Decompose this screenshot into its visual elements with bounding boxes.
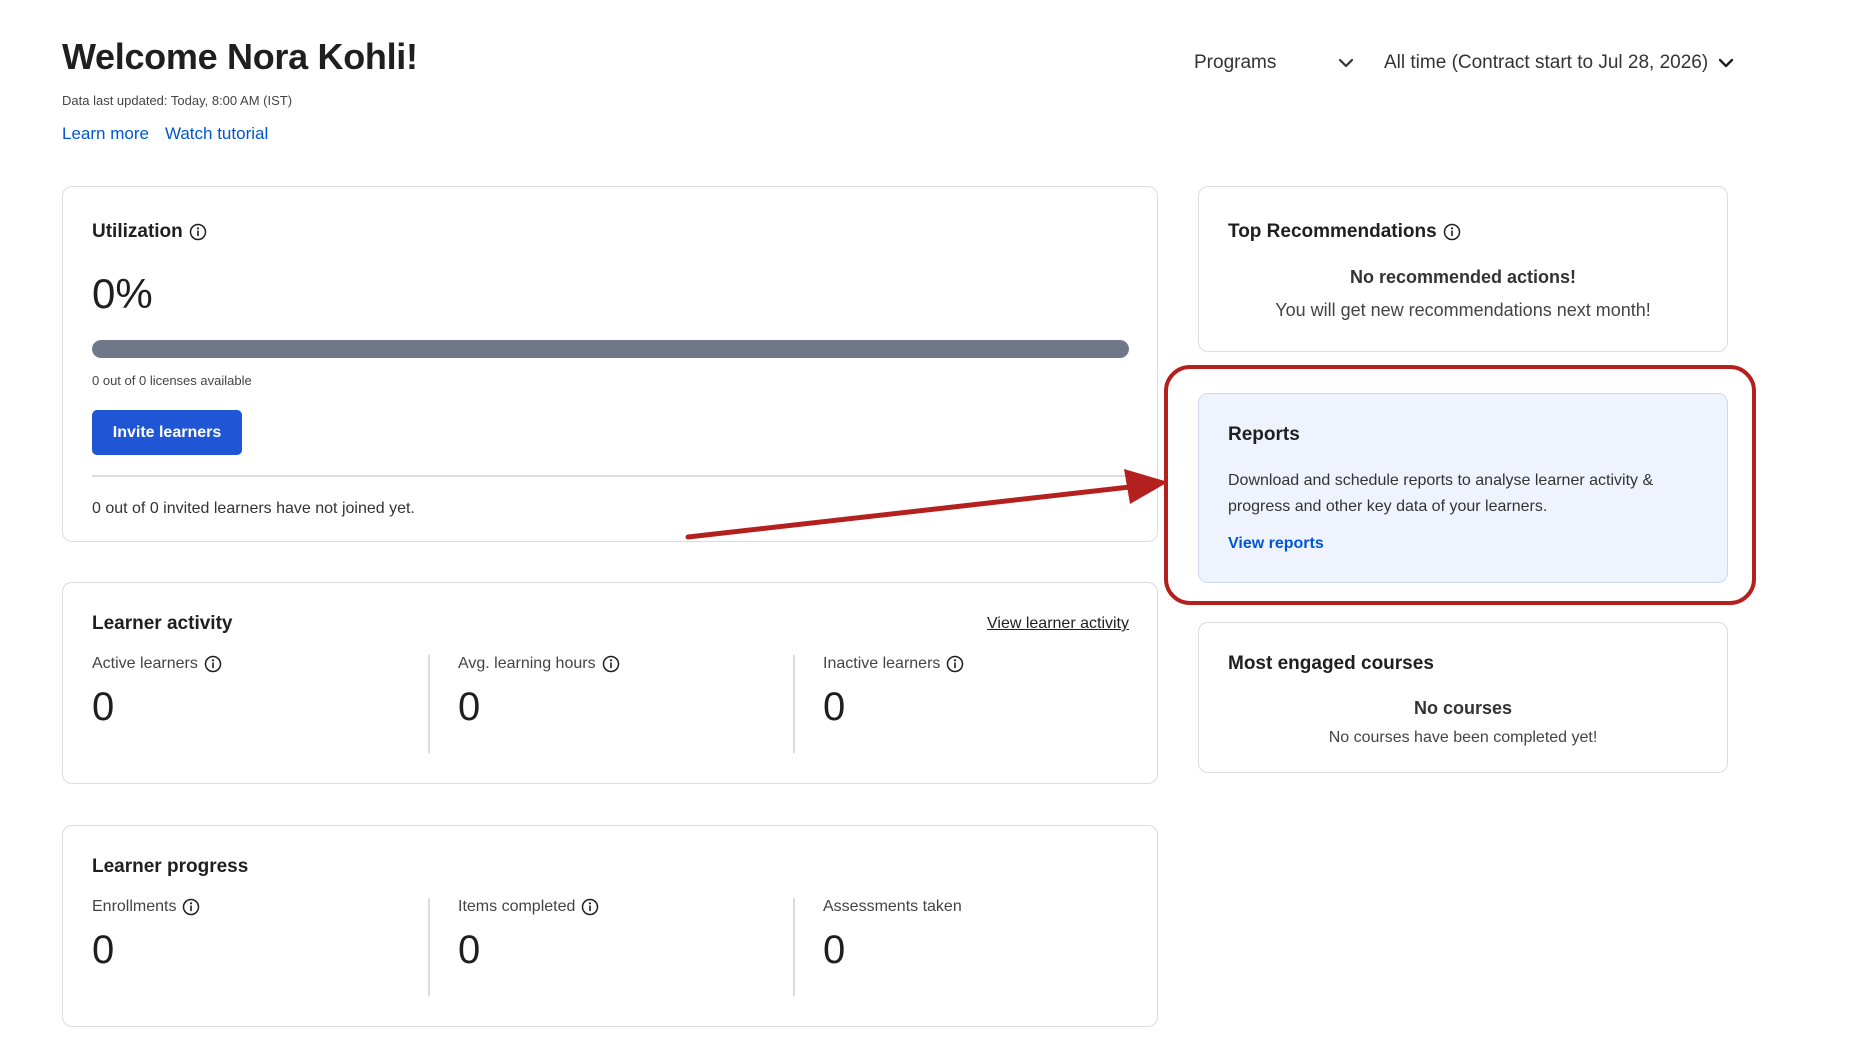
- learner-activity-title: Learner activity: [92, 613, 233, 634]
- items-completed-metric: Items completed 0: [458, 898, 798, 998]
- invited-learners-note: 0 out of 0 invited learners have not joi…: [92, 500, 415, 517]
- programs-dropdown-label: Programs: [1194, 52, 1277, 73]
- metric-label: Assessments taken: [823, 898, 1163, 916]
- learn-more-link[interactable]: Learn more: [62, 124, 149, 144]
- metric-value: 0: [823, 928, 846, 972]
- metric-label: Items completed: [458, 898, 798, 916]
- avg-learning-hours-metric: Avg. learning hours 0: [458, 655, 798, 755]
- metric-label-text: Inactive learners: [823, 655, 941, 672]
- inactive-learners-metric: Inactive learners 0: [823, 655, 1163, 755]
- learner-activity-card: Learner activity View learner activity A…: [62, 582, 1158, 784]
- courses-empty-subtext: No courses have been completed yet!: [1328, 729, 1598, 746]
- info-icon[interactable]: [182, 898, 200, 916]
- courses-title: Most engaged courses: [1228, 653, 1434, 674]
- divider: [428, 898, 430, 996]
- most-engaged-courses-card: Most engaged courses No courses No cours…: [1198, 622, 1728, 773]
- invite-learners-button[interactable]: Invite learners: [92, 410, 242, 455]
- utilization-percent: 0%: [92, 270, 153, 317]
- metric-label: Enrollments: [92, 898, 432, 916]
- licenses-available-text: 0 out of 0 licenses available: [92, 373, 252, 388]
- reports-description: Download and schedule reports to analyse…: [1228, 472, 1654, 515]
- assessments-taken-metric: Assessments taken 0: [823, 898, 1163, 998]
- metric-label-text: Avg. learning hours: [458, 655, 596, 672]
- utilization-progress-bar: [92, 340, 1129, 358]
- learner-progress-card: Learner progress Enrollments 0 Items com…: [62, 825, 1158, 1027]
- time-range-dropdown-label: All time (Contract start to Jul 28, 2026…: [1384, 52, 1709, 73]
- dashboard-page: Welcome Nora Kohli! Data last updated: T…: [0, 0, 1860, 1046]
- metric-value: 0: [458, 928, 481, 972]
- metric-label: Active learners: [92, 655, 432, 673]
- view-learner-activity-link[interactable]: View learner activity: [987, 615, 1129, 633]
- utilization-card: Utilization 0% 0 out of 0 licenses avail…: [62, 186, 1158, 542]
- learner-progress-title: Learner progress: [92, 856, 249, 877]
- header-links: Learn more Watch tutorial: [62, 124, 268, 144]
- chevron-down-icon: [1718, 58, 1734, 68]
- recommendations-empty-subtext: You will get new recommendations next mo…: [1275, 300, 1651, 320]
- programs-dropdown[interactable]: Programs: [1194, 52, 1354, 74]
- chevron-down-icon: [1338, 58, 1354, 68]
- utilization-title-text: Utilization: [92, 221, 183, 242]
- divider: [428, 655, 430, 753]
- info-icon[interactable]: [581, 898, 599, 916]
- recommendations-empty-heading: No recommended actions!: [1349, 267, 1577, 287]
- metric-label-text: Items completed: [458, 898, 576, 915]
- info-icon[interactable]: [946, 655, 964, 673]
- recommendations-title-text: Top Recommendations: [1228, 221, 1437, 242]
- data-updated-text: Data last updated: Today, 8:00 AM (IST): [62, 93, 293, 108]
- metric-label: Inactive learners: [823, 655, 1163, 673]
- metric-label: Avg. learning hours: [458, 655, 798, 673]
- info-icon[interactable]: [1443, 223, 1461, 241]
- divider: [793, 898, 795, 996]
- metric-label-text: Enrollments: [92, 898, 177, 915]
- utilization-title: Utilization: [92, 221, 207, 243]
- info-icon[interactable]: [602, 655, 620, 673]
- enrollments-metric: Enrollments 0: [92, 898, 432, 998]
- divider: [793, 655, 795, 753]
- metric-value: 0: [823, 685, 846, 729]
- metric-value: 0: [92, 928, 115, 972]
- info-icon[interactable]: [204, 655, 222, 673]
- watch-tutorial-link[interactable]: Watch tutorial: [165, 124, 268, 144]
- divider: [92, 475, 1129, 477]
- info-icon[interactable]: [189, 223, 207, 241]
- recommendations-title: Top Recommendations: [1228, 221, 1461, 243]
- view-reports-link[interactable]: View reports: [1228, 535, 1324, 553]
- reports-card: Reports Download and schedule reports to…: [1198, 393, 1728, 583]
- metric-label-text: Active learners: [92, 655, 198, 672]
- page-title: Welcome Nora Kohli!: [62, 36, 418, 77]
- metric-value: 0: [458, 685, 481, 729]
- time-range-dropdown[interactable]: All time (Contract start to Jul 28, 2026…: [1384, 52, 1734, 74]
- utilization-progress-track: [92, 340, 1129, 358]
- metric-label-text: Assessments taken: [823, 898, 962, 915]
- active-learners-metric: Active learners 0: [92, 655, 432, 755]
- courses-empty-heading: No courses: [1413, 698, 1513, 718]
- top-recommendations-card: Top Recommendations No recommended actio…: [1198, 186, 1728, 352]
- metric-value: 0: [92, 685, 115, 729]
- reports-title: Reports: [1228, 424, 1300, 445]
